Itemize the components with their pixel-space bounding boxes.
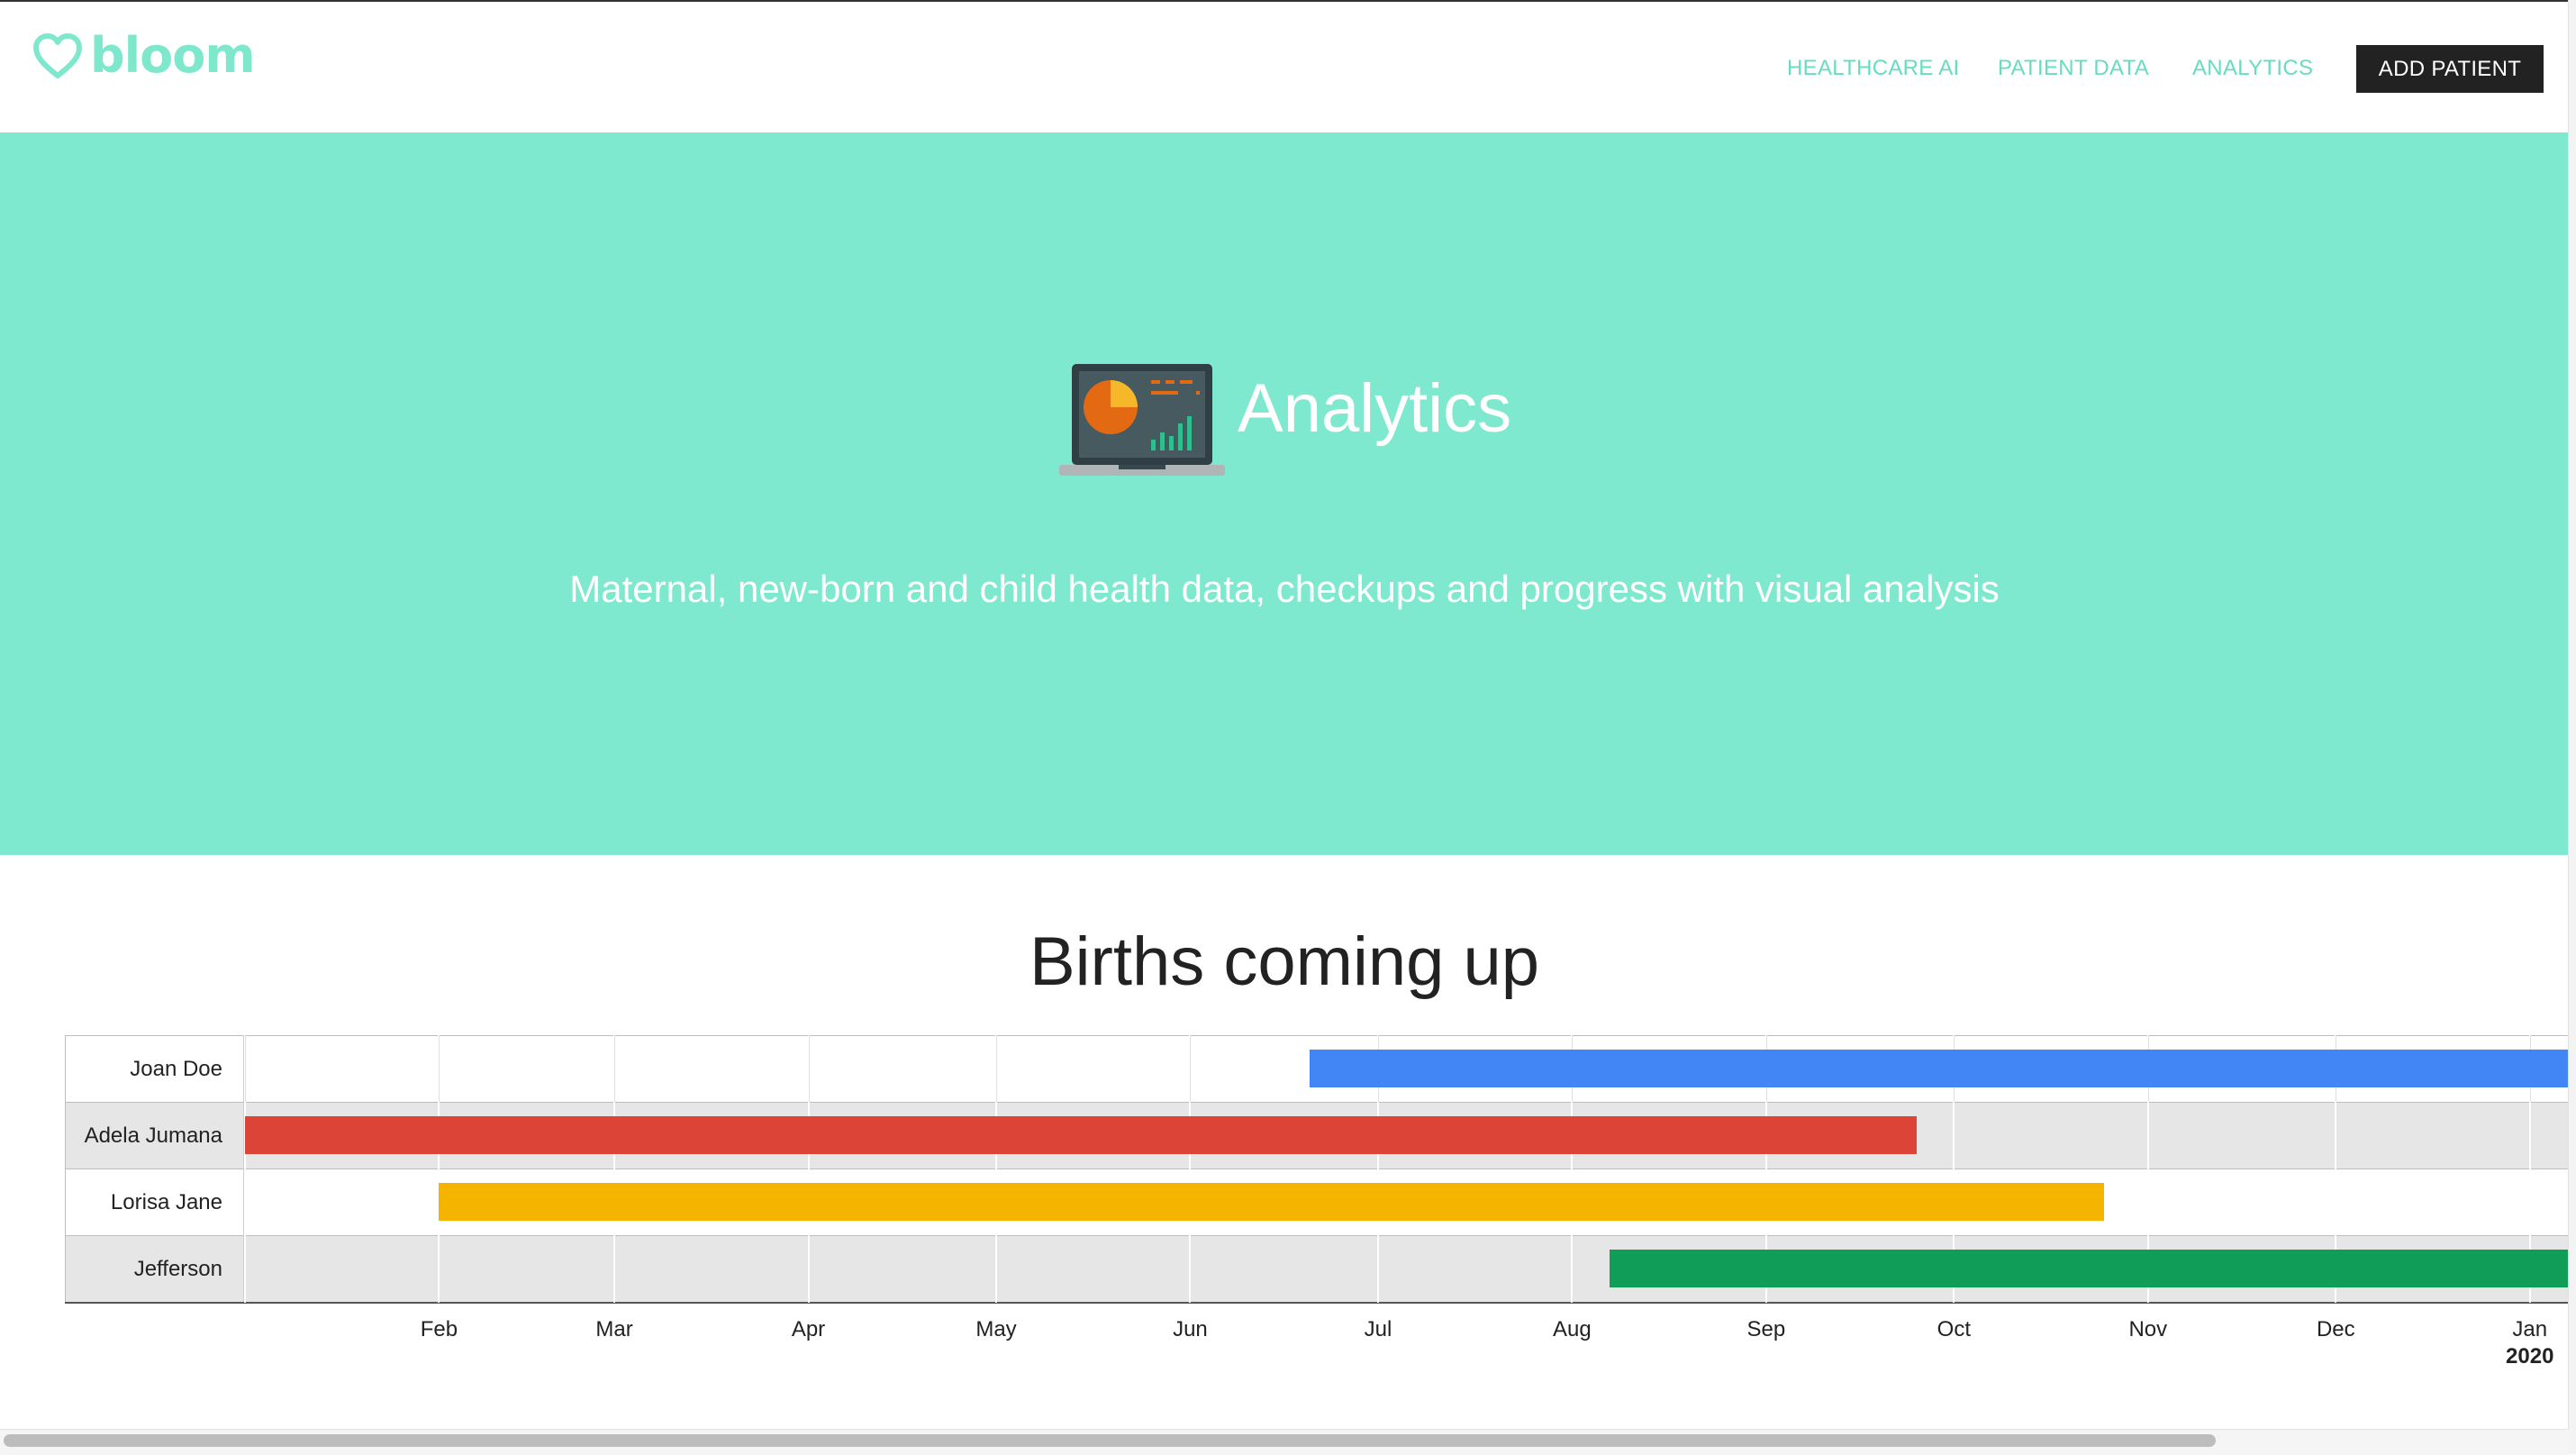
row-label-lorisa-jane: Lorisa Jane — [110, 1190, 222, 1214]
axis-tick-label: May — [975, 1317, 1017, 1341]
add-patient-button[interactable]: ADD PATIENT — [2356, 45, 2544, 93]
axis-tick-label: Nov — [2128, 1317, 2168, 1341]
section-title: Births coming up — [1029, 923, 1540, 1000]
horizontal-scrollbar-thumb[interactable] — [4, 1434, 2216, 1447]
hero-subtitle: Maternal, new-born and child health data… — [569, 568, 2000, 610]
axis-year-label: 2020 — [2506, 1344, 2554, 1369]
timeline-axis-line — [65, 1302, 2569, 1304]
hero-banner: Analytics Maternal, new-born and child h… — [0, 132, 2569, 855]
axis-tick-label: Apr — [791, 1317, 826, 1341]
timeline-left-border — [65, 1035, 66, 1303]
brand-logo[interactable]: bloom — [32, 27, 256, 84]
timeline-bar-jefferson[interactable] — [1610, 1250, 2569, 1287]
axis-tick-label: Aug — [1553, 1317, 1592, 1341]
axis-tick-label: Jul — [1364, 1317, 1392, 1341]
heart-icon — [33, 33, 82, 78]
axis-tick-label: Oct — [1937, 1317, 1972, 1341]
timeline-gridline-top — [996, 1035, 997, 1102]
timeline-gridline-top — [808, 1035, 810, 1102]
axis-tick-label: Jun — [1173, 1317, 1208, 1341]
laptop-analytics-icon — [1059, 364, 1225, 476]
axis-tick-label: Sep — [1746, 1317, 1786, 1341]
births-timeline-chart: Joan Doe Adela Jumana Lorisa Jane Jeffer… — [65, 1035, 2569, 1304]
vertical-scrollbar[interactable] — [2568, 0, 2576, 1454]
brand-name: bloom — [90, 27, 256, 84]
hero-title: Analytics — [1238, 370, 1512, 447]
nav-link-healthcare-ai[interactable]: HEALTHCARE AI — [1787, 56, 1960, 81]
nav-link-patient-data[interactable]: PATIENT DATA — [1998, 56, 2149, 81]
axis-tick-label: Jan — [2512, 1317, 2548, 1341]
timeline-gridline-top — [245, 1035, 246, 1102]
row-label-jefferson: Jefferson — [133, 1257, 222, 1281]
timeline-gridline-top — [1190, 1035, 1192, 1102]
axis-tick-label: Dec — [2316, 1317, 2355, 1341]
timeline-bar-lorisa-jane[interactable] — [439, 1183, 2105, 1221]
timeline-gridline-top — [439, 1035, 440, 1102]
nav-link-analytics[interactable]: ANALYTICS — [2192, 56, 2313, 81]
timeline-bar-adela-jumana[interactable] — [245, 1116, 1917, 1154]
timeline-bar-joan-doe[interactable] — [1309, 1050, 2569, 1087]
top-navbar: bloom HEALTHCARE AI PATIENT DATA ANALYTI… — [0, 2, 2569, 132]
row-label-joan-doe: Joan Doe — [130, 1057, 222, 1081]
axis-tick-label: Mar — [595, 1317, 633, 1341]
axis-tick-label: Feb — [420, 1317, 458, 1341]
row-label-adela-jumana: Adela Jumana — [84, 1123, 222, 1148]
timeline-gridline-top — [614, 1035, 616, 1102]
